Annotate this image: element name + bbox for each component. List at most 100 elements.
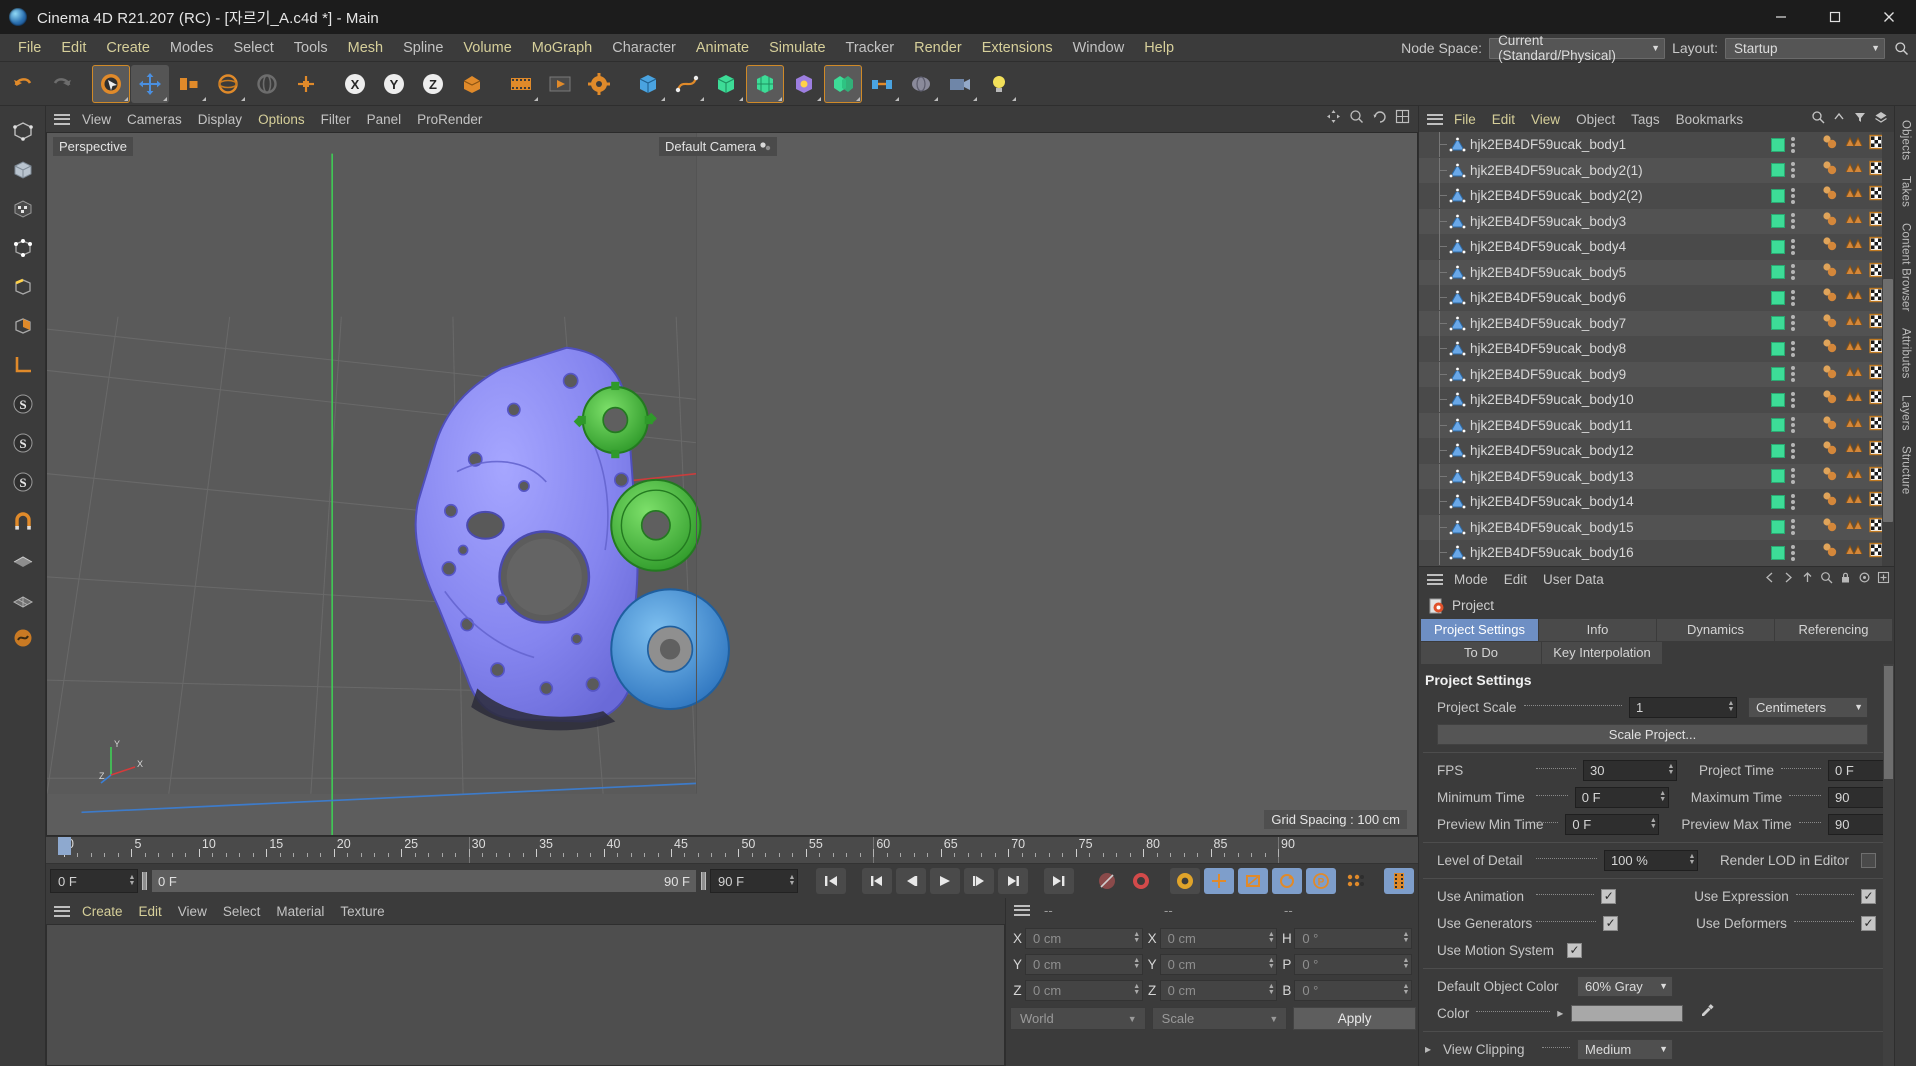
object-row[interactable]: hjk2EB4DF59ucak_body2(2)	[1419, 183, 1894, 209]
rotation-field[interactable]: 0 ° ▲ ▼	[1294, 953, 1413, 975]
coordinate-system-dropdown[interactable]: World ▼	[1010, 1007, 1146, 1030]
menu-item-file[interactable]: File	[8, 37, 51, 59]
uv-tag-icon[interactable]	[1845, 364, 1863, 385]
uv-tag-icon[interactable]	[1845, 466, 1863, 487]
dots-icon[interactable]	[1791, 493, 1795, 510]
dots-icon[interactable]	[1791, 366, 1795, 383]
world-coordinate-button[interactable]	[453, 65, 491, 103]
axis-mode-button[interactable]	[4, 346, 42, 384]
up-arrow-icon[interactable]	[1801, 571, 1814, 589]
render-view-button[interactable]	[502, 65, 540, 103]
expand-arrow-icon[interactable]: ▸	[1425, 1042, 1439, 1056]
phong-tag-icon[interactable]	[1821, 542, 1839, 563]
search-icon[interactable]	[1892, 39, 1910, 57]
object-menu-bookmarks[interactable]: Bookmarks	[1668, 110, 1752, 129]
next-frame-button[interactable]	[964, 868, 994, 894]
move-view-icon[interactable]	[1326, 109, 1341, 129]
dots-icon[interactable]	[1791, 213, 1795, 230]
dots-icon[interactable]	[1791, 442, 1795, 459]
render-lod-checkbox[interactable]: ✓	[1861, 852, 1876, 868]
color-swatch[interactable]	[1571, 1004, 1684, 1022]
menu-item-window[interactable]: Window	[1063, 37, 1135, 59]
use-motion-system-checkbox[interactable]: ✓	[1567, 942, 1582, 958]
menu-item-extensions[interactable]: Extensions	[972, 37, 1063, 59]
layers-icon[interactable]	[1874, 110, 1888, 129]
attribute-menu-edit[interactable]: Edit	[1496, 570, 1535, 589]
maximize-viewport-icon[interactable]	[1395, 109, 1410, 129]
points-mode-button[interactable]	[4, 229, 42, 267]
material-menu-texture[interactable]: Texture	[332, 902, 392, 921]
object-row[interactable]: hjk2EB4DF59ucak_body7	[1419, 310, 1894, 336]
size-field[interactable]: 0 cm ▲ ▼	[1159, 927, 1278, 949]
y-axis-lock-button[interactable]: Y	[375, 65, 413, 103]
object-menu-edit[interactable]: Edit	[1484, 110, 1523, 129]
visibility-tag[interactable]	[1771, 265, 1785, 280]
add-generator-button[interactable]	[707, 65, 745, 103]
visibility-tag[interactable]	[1771, 316, 1785, 331]
add-environment-button[interactable]	[824, 64, 862, 103]
object-list-scroll-thumb[interactable]	[1883, 279, 1893, 523]
stepper-icon[interactable]: ▲ ▼	[1644, 817, 1657, 830]
menu-item-select[interactable]: Select	[223, 37, 283, 59]
menu-item-volume[interactable]: Volume	[453, 37, 521, 59]
right-tab-objects[interactable]: Objects	[1897, 112, 1915, 168]
visibility-tag[interactable]	[1771, 367, 1785, 382]
phong-tag-icon[interactable]	[1821, 338, 1839, 359]
visibility-tag[interactable]	[1771, 341, 1785, 356]
object-row[interactable]: hjk2EB4DF59ucak_body6	[1419, 285, 1894, 311]
position-field[interactable]: 0 cm ▲ ▼	[1025, 953, 1143, 975]
menu-item-spline[interactable]: Spline	[393, 37, 453, 59]
preview-min-time-field[interactable]: 0 F ▲ ▼	[1565, 813, 1660, 835]
stepper-icon[interactable]: ▲ ▼	[1262, 957, 1275, 970]
point-level-animation-button[interactable]	[1340, 868, 1370, 894]
scale-key-button[interactable]	[1238, 868, 1268, 894]
range-start-grip[interactable]	[142, 872, 147, 890]
stepper-icon[interactable]: ▲ ▼	[1397, 957, 1410, 970]
world-object-axis-tool[interactable]	[287, 65, 325, 103]
object-row[interactable]: hjk2EB4DF59ucak_body4	[1419, 234, 1894, 260]
add-scene-object-button[interactable]	[902, 65, 940, 103]
object-menu-object[interactable]: Object	[1568, 110, 1623, 129]
workplane-lock-button[interactable]	[4, 541, 42, 579]
stepper-icon[interactable]: ▲ ▼	[1262, 983, 1275, 996]
use-expression-checkbox[interactable]: ✓	[1861, 888, 1877, 904]
dots-icon[interactable]	[1791, 519, 1795, 536]
timeline-filmstrip-button[interactable]	[1384, 868, 1414, 894]
dots-icon[interactable]	[1791, 417, 1795, 434]
object-row[interactable]: hjk2EB4DF59ucak_body5	[1419, 259, 1894, 285]
phong-tag-icon[interactable]	[1821, 364, 1839, 385]
material-menu-view[interactable]: View	[170, 902, 215, 921]
object-row[interactable]: hjk2EB4DF59ucak_body11	[1419, 412, 1894, 438]
menu-item-animate[interactable]: Animate	[686, 37, 759, 59]
object-list[interactable]: hjk2EB4DF59ucak_body1 hjk2EB4DF59ucak_bod…	[1419, 132, 1894, 566]
max-frame-field[interactable]: 90 F ▲ ▼	[710, 869, 798, 893]
object-row[interactable]: hjk2EB4DF59ucak_body13	[1419, 463, 1894, 489]
uv-tag-icon[interactable]	[1845, 313, 1863, 334]
dots-icon[interactable]	[1791, 264, 1795, 281]
phong-tag-icon[interactable]	[1821, 389, 1839, 410]
level-of-detail-field[interactable]: 100 % ▲ ▼	[1603, 849, 1698, 871]
phong-tag-icon[interactable]	[1821, 440, 1839, 461]
phong-tag-icon[interactable]	[1821, 287, 1839, 308]
uv-tag-icon[interactable]	[1845, 440, 1863, 461]
object-row[interactable]: hjk2EB4DF59ucak_body9	[1419, 361, 1894, 387]
phong-tag-icon[interactable]	[1821, 313, 1839, 334]
uv-tag-icon[interactable]	[1845, 491, 1863, 512]
object-menu-tags[interactable]: Tags	[1623, 110, 1668, 129]
magnet-tool-button[interactable]	[4, 502, 42, 540]
right-tab-attributes[interactable]: Attributes	[1897, 320, 1915, 387]
dots-icon[interactable]	[1791, 315, 1795, 332]
phong-tag-icon[interactable]	[1821, 415, 1839, 436]
attribute-scrollbar[interactable]	[1883, 663, 1894, 1066]
menu-item-create[interactable]: Create	[96, 37, 160, 59]
zoom-view-icon[interactable]	[1349, 109, 1364, 129]
parameter-key-button[interactable]: P	[1306, 868, 1336, 894]
previous-frame-button[interactable]	[896, 868, 926, 894]
add-cube-object-button[interactable]	[629, 65, 667, 103]
stepper-icon[interactable]: ▲ ▼	[1662, 763, 1675, 776]
object-row[interactable]: hjk2EB4DF59ucak_body8	[1419, 336, 1894, 362]
use-deformers-checkbox[interactable]: ✓	[1861, 915, 1876, 931]
stepper-icon[interactable]: ▲ ▼	[783, 874, 796, 887]
enable-snapping-button[interactable]: S	[4, 424, 42, 462]
scale-project-button[interactable]: Scale Project...	[1437, 723, 1868, 745]
